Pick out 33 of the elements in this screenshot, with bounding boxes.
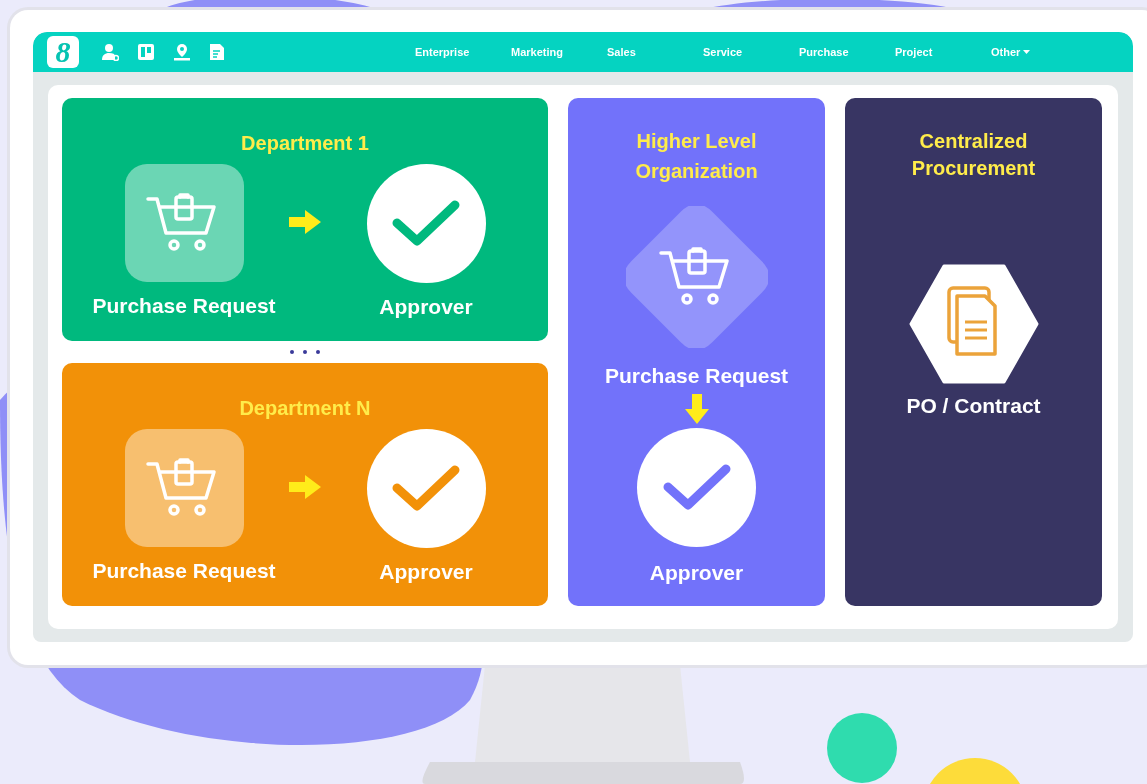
request-label: Purchase Request bbox=[92, 559, 276, 583]
check-icon bbox=[391, 198, 461, 249]
ellipsis-icon bbox=[290, 350, 320, 354]
department-title: Department N bbox=[239, 396, 371, 421]
nav-menu-item[interactable]: Service bbox=[693, 46, 789, 58]
documents-icon bbox=[908, 264, 1039, 384]
nav-menu-item[interactable]: Sales bbox=[597, 46, 693, 58]
approver-label: Approver bbox=[379, 560, 473, 584]
check-icon bbox=[391, 463, 461, 514]
location-user-icon[interactable] bbox=[173, 43, 191, 61]
caret-icon bbox=[1023, 50, 1031, 54]
nav-menu-item[interactable]: Project bbox=[885, 46, 981, 58]
approver-label: Approver bbox=[379, 295, 473, 319]
check-icon bbox=[661, 462, 732, 513]
decorative-circle bbox=[827, 713, 897, 783]
right-arrow-icon bbox=[289, 475, 321, 499]
nav-menu-item[interactable]: Marketing bbox=[501, 46, 597, 58]
board-icon[interactable] bbox=[137, 43, 155, 61]
user-icon[interactable] bbox=[101, 43, 119, 61]
right-arrow-icon bbox=[289, 210, 321, 234]
output-label: PO / Contract bbox=[906, 394, 1041, 418]
request-label: Purchase Request bbox=[604, 364, 789, 388]
nav-menu-item[interactable]: Purchase bbox=[789, 46, 885, 58]
nav-menu-item[interactable]: Other bbox=[981, 46, 1077, 58]
approver-label: Approver bbox=[649, 561, 744, 585]
nav-menu-item[interactable]: Enterprise bbox=[405, 46, 501, 58]
procurement-title: Centralized Procurement bbox=[910, 129, 1037, 181]
department-title: Department 1 bbox=[241, 131, 369, 156]
down-arrow-icon bbox=[684, 394, 709, 424]
request-label: Purchase Request bbox=[92, 294, 276, 318]
document-edit-icon[interactable] bbox=[209, 43, 225, 61]
organization-title: Higher Level Organization bbox=[634, 129, 759, 184]
app-logo[interactable]: 8 bbox=[47, 36, 79, 68]
